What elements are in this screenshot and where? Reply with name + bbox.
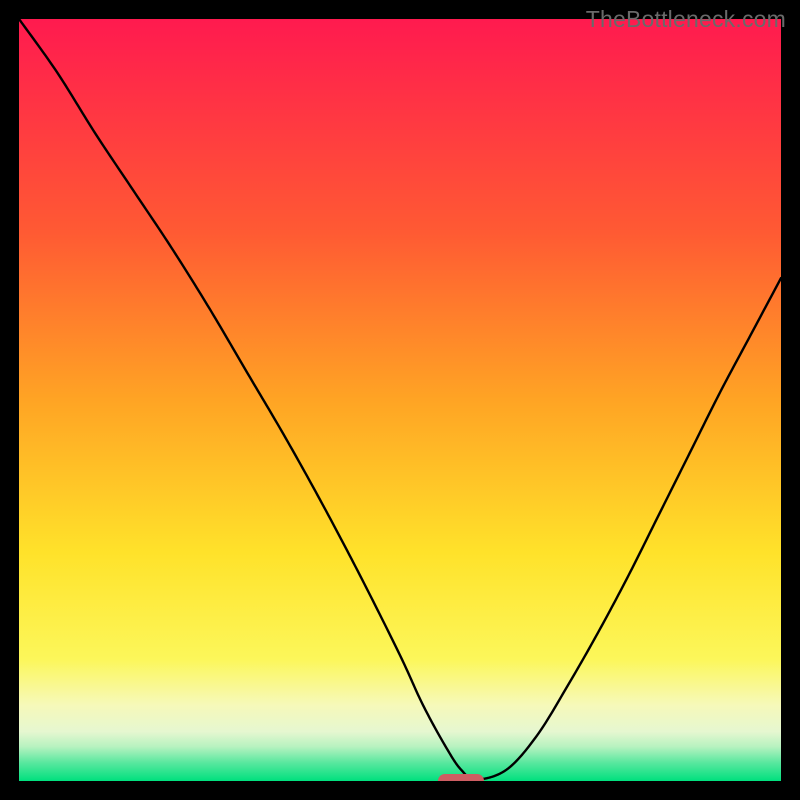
watermark-label: TheBottleneck.com (586, 6, 786, 33)
chart-svg (19, 19, 781, 781)
gradient-background (19, 19, 781, 781)
optimal-marker (438, 774, 484, 781)
chart-frame: TheBottleneck.com (0, 0, 800, 800)
plot-area (19, 19, 781, 781)
